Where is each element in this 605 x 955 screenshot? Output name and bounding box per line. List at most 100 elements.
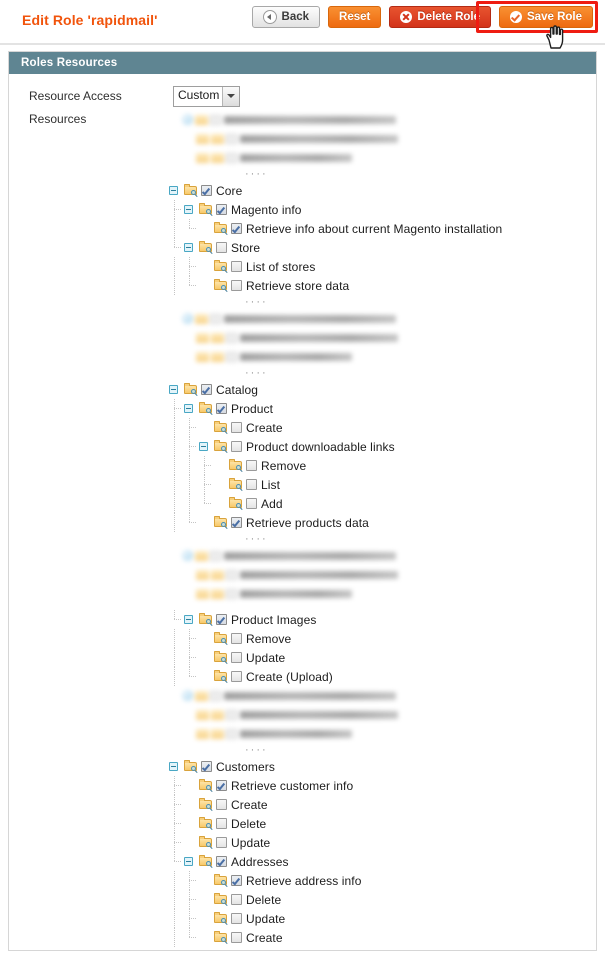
tree-row[interactable]: Product — [9, 399, 596, 418]
resource-checkbox[interactable] — [230, 648, 244, 667]
tree-row[interactable]: List — [9, 475, 596, 494]
resource-checkbox[interactable] — [215, 852, 229, 871]
tree-row[interactable]: Create — [9, 418, 596, 437]
folder-search-icon[interactable] — [228, 475, 245, 494]
resource-checkbox[interactable] — [230, 667, 244, 686]
resource-checkbox[interactable] — [245, 494, 259, 513]
folder-search-icon[interactable] — [198, 238, 215, 257]
folder-search-icon[interactable] — [213, 890, 230, 909]
resource-checkbox[interactable] — [215, 238, 229, 257]
tree-row[interactable]: Remove — [9, 629, 596, 648]
resource-checkbox[interactable] — [230, 276, 244, 295]
tree-node-label: Catalog — [216, 382, 259, 397]
tree-row[interactable]: Product Images — [9, 610, 596, 629]
tree-row[interactable]: Update — [9, 833, 596, 852]
resource-checkbox[interactable] — [230, 629, 244, 648]
tree-row[interactable]: Add — [9, 494, 596, 513]
folder-search-icon[interactable] — [228, 456, 245, 475]
tree-row[interactable]: Retrieve customer info — [9, 776, 596, 795]
reset-button[interactable]: Reset — [328, 6, 382, 28]
delete-role-button[interactable]: Delete Role — [389, 6, 492, 28]
tree-row[interactable]: Customers — [9, 757, 596, 776]
tree-row[interactable]: Delete — [9, 814, 596, 833]
folder-search-icon[interactable] — [213, 513, 230, 532]
folder-search-icon[interactable] — [213, 219, 230, 238]
folder-search-icon[interactable] — [198, 852, 215, 871]
folder-search-icon[interactable] — [183, 380, 200, 399]
tree-row[interactable]: Retrieve store data — [9, 276, 596, 295]
back-button[interactable]: Back — [251, 6, 321, 28]
tree-row[interactable]: Product downloadable links — [9, 437, 596, 456]
resource-checkbox[interactable] — [230, 871, 244, 890]
resource-checkbox[interactable] — [245, 456, 259, 475]
tree-row[interactable]: Remove — [9, 456, 596, 475]
tree-row[interactable]: Delete — [9, 890, 596, 909]
folder-search-icon[interactable] — [228, 494, 245, 513]
folder-search-icon[interactable] — [213, 909, 230, 928]
folder-search-icon[interactable] — [213, 629, 230, 648]
tree-row[interactable]: Create (Upload) — [9, 667, 596, 686]
folder-search-icon[interactable] — [198, 795, 215, 814]
tree-row[interactable]: Magento info — [9, 200, 596, 219]
folder-search-icon[interactable] — [213, 648, 230, 667]
resource-checkbox[interactable] — [230, 928, 244, 947]
resource-checkbox[interactable] — [215, 776, 229, 795]
tree-expander-collapse-icon[interactable] — [168, 380, 183, 399]
resource-checkbox[interactable] — [215, 399, 229, 418]
resource-checkbox[interactable] — [215, 795, 229, 814]
resource-checkbox[interactable] — [230, 219, 244, 238]
folder-search-icon[interactable] — [198, 200, 215, 219]
folder-search-icon[interactable] — [198, 610, 215, 629]
resource-checkbox[interactable] — [230, 909, 244, 928]
resource-access-select[interactable]: Custom — [173, 85, 241, 107]
tree-row[interactable]: Store — [9, 238, 596, 257]
folder-search-icon[interactable] — [213, 928, 230, 947]
tree-row[interactable]: Update — [9, 648, 596, 667]
tree-row[interactable]: Catalog — [9, 380, 596, 399]
resource-checkbox[interactable] — [230, 418, 244, 437]
resource-checkbox[interactable] — [230, 437, 244, 456]
folder-search-icon[interactable] — [213, 437, 230, 456]
tree-expander-collapse-icon[interactable] — [168, 181, 183, 200]
tree-expander-collapse-icon[interactable] — [183, 399, 198, 418]
folder-search-icon[interactable] — [213, 257, 230, 276]
folder-search-icon[interactable] — [183, 757, 200, 776]
folder-search-icon[interactable] — [198, 833, 215, 852]
tree-row[interactable]: Retrieve products data — [9, 513, 596, 532]
folder-search-icon[interactable] — [183, 181, 200, 200]
folder-search-icon[interactable] — [198, 776, 215, 795]
resource-checkbox[interactable] — [215, 833, 229, 852]
folder-search-icon[interactable] — [213, 276, 230, 295]
folder-search-icon[interactable] — [198, 399, 215, 418]
tree-expander-collapse-icon[interactable] — [198, 437, 213, 456]
tree-expander-collapse-icon[interactable] — [183, 238, 198, 257]
tree-expander-collapse-icon[interactable] — [168, 757, 183, 776]
tree-row[interactable]: Core — [9, 181, 596, 200]
resource-checkbox[interactable] — [230, 513, 244, 532]
tree-row[interactable]: List of stores — [9, 257, 596, 276]
resource-checkbox[interactable] — [200, 181, 214, 200]
resource-checkbox[interactable] — [200, 380, 214, 399]
resource-checkbox[interactable] — [215, 200, 229, 219]
folder-search-icon[interactable] — [213, 667, 230, 686]
tree-guide — [168, 418, 183, 437]
resource-checkbox[interactable] — [200, 757, 214, 776]
tree-expander-collapse-icon[interactable] — [183, 852, 198, 871]
tree-row[interactable]: Create — [9, 928, 596, 947]
folder-search-icon[interactable] — [213, 418, 230, 437]
tree-expander-collapse-icon[interactable] — [183, 200, 198, 219]
resource-checkbox[interactable] — [215, 814, 229, 833]
resource-checkbox[interactable] — [245, 475, 259, 494]
tree-row[interactable]: Update — [9, 909, 596, 928]
resource-checkbox[interactable] — [230, 890, 244, 909]
tree-row[interactable]: Addresses — [9, 852, 596, 871]
tree-expander-collapse-icon[interactable] — [183, 610, 198, 629]
folder-search-icon[interactable] — [213, 871, 230, 890]
tree-row[interactable]: Create — [9, 795, 596, 814]
resource-checkbox[interactable] — [215, 610, 229, 629]
resource-checkbox[interactable] — [230, 257, 244, 276]
tree-row[interactable]: Retrieve info about current Magento inst… — [9, 219, 596, 238]
save-role-button[interactable]: Save Role — [499, 6, 593, 28]
tree-row[interactable]: Retrieve address info — [9, 871, 596, 890]
folder-search-icon[interactable] — [198, 814, 215, 833]
